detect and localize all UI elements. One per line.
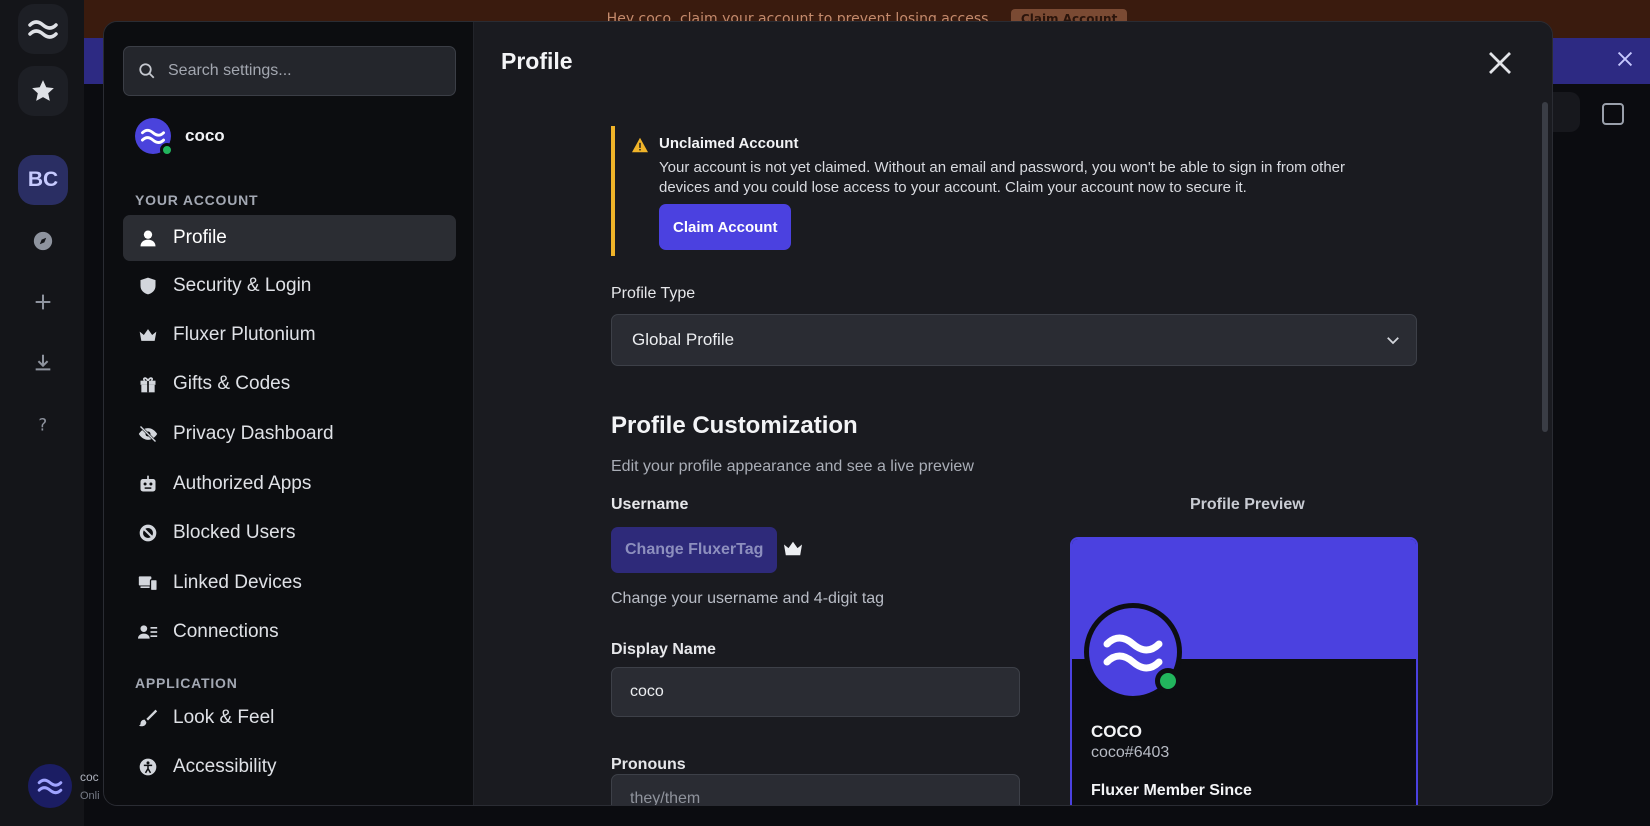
sidebar-item-profile[interactable]: Profile <box>123 215 456 261</box>
wave-logo-icon <box>28 20 58 39</box>
chevron-down-icon <box>1387 337 1399 345</box>
sidebar-item-label: Fluxer Plutonium <box>173 324 316 345</box>
wave-logo-icon <box>1103 634 1163 672</box>
svg-text:?: ? <box>38 415 47 434</box>
wave-logo-icon <box>141 128 165 144</box>
home-logo-button[interactable] <box>18 4 68 54</box>
unclaimed-warning: Unclaimed Account Your account is not ye… <box>611 126 1351 256</box>
search-box[interactable] <box>123 46 456 96</box>
sidebar-item-connections[interactable]: Connections <box>123 609 456 655</box>
eye-slash-icon <box>137 423 159 445</box>
current-user-name: coco <box>185 126 225 145</box>
pronouns-label: Pronouns <box>611 756 686 773</box>
accessibility-icon <box>137 756 159 778</box>
person-icon <box>137 227 159 249</box>
profile-type-label: Profile Type <box>611 285 696 302</box>
crown-icon <box>784 541 802 556</box>
scrollbar[interactable] <box>1542 102 1548 432</box>
sidebar-item-accessibility[interactable]: Accessibility <box>123 744 456 790</box>
add-server-button[interactable] <box>18 277 68 327</box>
sidebar-item-authorized-apps[interactable]: Authorized Apps <box>123 461 456 507</box>
sidebar-item-security[interactable]: Security & Login <box>123 263 456 309</box>
profile-preview-label: Profile Preview <box>1190 496 1305 513</box>
settings-content: Profile Unclaimed Account Your account i… <box>475 22 1552 805</box>
sidebar-item-look-feel[interactable]: Look & Feel <box>123 695 456 741</box>
sidebar-item-label: Look & Feel <box>173 707 275 728</box>
member-since-label: Fluxer Member Since <box>1091 782 1252 799</box>
username-hint: Change your username and 4-digit tag <box>611 590 885 607</box>
gift-icon <box>137 373 159 395</box>
avatar <box>1084 603 1182 701</box>
search-input[interactable] <box>168 62 438 80</box>
display-name-label: Display Name <box>611 641 716 658</box>
server-rail: BC ? <box>0 0 84 826</box>
plus-icon <box>35 294 51 310</box>
download-icon <box>35 354 51 371</box>
favorites-button[interactable] <box>18 66 68 116</box>
background-user-status: Onli <box>80 790 100 802</box>
avatar <box>135 118 174 157</box>
help-button[interactable]: ? <box>18 399 68 449</box>
warning-icon <box>632 137 648 153</box>
sidebar-item-blocked-users[interactable]: Blocked Users <box>123 510 456 556</box>
sidebar-item-label: Gifts & Codes <box>173 373 291 394</box>
server-bc-button[interactable]: BC <box>18 155 68 205</box>
pronouns-input[interactable] <box>611 774 1020 805</box>
devices-icon <box>137 572 159 594</box>
customization-title: Profile Customization <box>611 412 858 439</box>
display-name-input[interactable] <box>611 667 1020 717</box>
inbox-icon[interactable] <box>1602 103 1624 125</box>
sidebar-item-label: Authorized Apps <box>173 473 312 494</box>
preview-display-name: COCO <box>1091 722 1142 741</box>
online-status-dot <box>160 143 174 157</box>
profile-type-select[interactable]: Global Profile <box>611 314 1417 366</box>
customization-subtitle: Edit your profile appearance and see a l… <box>611 458 974 475</box>
sidebar-item-label: Profile <box>173 227 227 248</box>
profile-type-value: Global Profile <box>632 330 735 349</box>
claim-account-button[interactable]: Claim Account <box>659 204 792 250</box>
sidebar-item-label: Linked Devices <box>173 572 302 593</box>
warning-text: Your account is not yet claimed. Without… <box>659 159 1346 196</box>
section-header-application: APPLICATION <box>135 675 238 691</box>
sidebar-item-linked-devices[interactable]: Linked Devices <box>123 560 456 606</box>
sidebar-item-gifts[interactable]: Gifts & Codes <box>123 361 456 407</box>
connections-icon <box>137 621 159 643</box>
sidebar-item-plutonium[interactable]: Fluxer Plutonium <box>123 312 456 358</box>
current-user: coco <box>135 118 225 157</box>
section-header-account: YOUR ACCOUNT <box>135 192 259 208</box>
sidebar-item-label: Security & Login <box>173 275 312 296</box>
online-status-dot <box>1155 668 1181 694</box>
change-fluxertag-button[interactable]: Change FluxerTag <box>611 527 778 573</box>
sidebar-item-privacy[interactable]: Privacy Dashboard <box>123 411 456 457</box>
question-icon: ? <box>38 415 47 434</box>
blocked-icon <box>137 522 159 544</box>
page-title: Profile <box>501 48 573 74</box>
server-initials: BC <box>27 168 59 191</box>
preview-tag: coco#6403 <box>1091 744 1170 761</box>
settings-modal: coco YOUR ACCOUNT Profile Security & Log… <box>103 21 1553 806</box>
sidebar-item-label: Connections <box>173 621 279 642</box>
sidebar-item-label: Accessibility <box>173 756 277 777</box>
compass-icon <box>33 231 53 251</box>
search-icon <box>139 63 155 79</box>
sidebar-item-label: Privacy Dashboard <box>173 423 334 444</box>
brush-icon <box>137 707 159 729</box>
sidebar-item-label: Blocked Users <box>173 522 296 543</box>
download-button[interactable] <box>18 338 68 388</box>
settings-sidebar: coco YOUR ACCOUNT Profile Security & Log… <box>104 22 474 805</box>
profile-preview-card: COCO coco#6403 Fluxer Member Since <box>1070 537 1418 805</box>
shield-icon <box>137 275 159 297</box>
warning-title: Unclaimed Account <box>659 135 799 152</box>
star-icon <box>32 80 54 101</box>
explore-button[interactable] <box>18 216 68 266</box>
background-user-avatar[interactable] <box>28 764 72 808</box>
username-label: Username <box>611 496 689 513</box>
robot-icon <box>137 473 159 495</box>
close-icon[interactable] <box>1485 48 1515 78</box>
background-user-name: coc <box>80 770 99 784</box>
crown-icon <box>137 324 159 346</box>
wave-logo-icon <box>37 778 63 795</box>
close-banner-icon[interactable] <box>1614 48 1636 70</box>
